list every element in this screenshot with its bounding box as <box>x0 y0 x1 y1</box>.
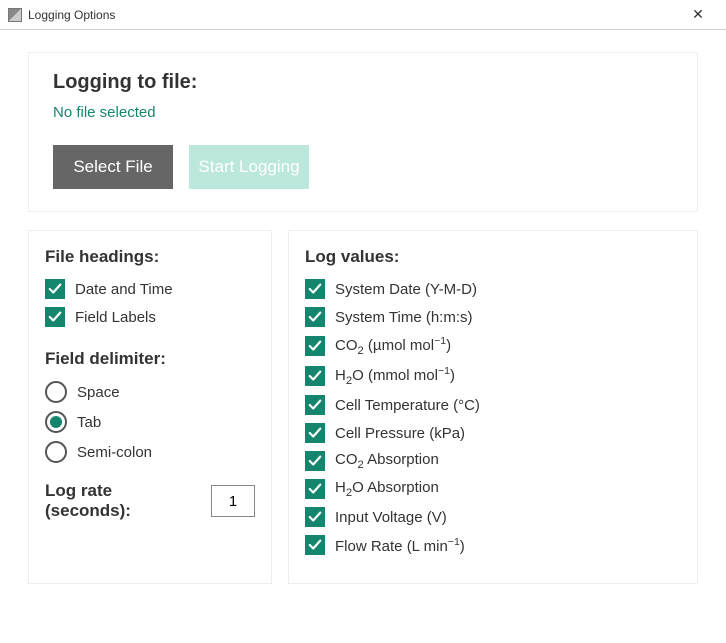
logvalue-row-h2o-mmol-mol-1: H2O (mmol mol−1) <box>305 365 681 387</box>
logvalue-row-cell-temperature-c: Cell Temperature (°C) <box>305 395 681 415</box>
left-panel: File headings: Date and Time Field Labels… <box>28 230 272 584</box>
titlebar: Logging Options ✕ <box>0 0 726 30</box>
heading-label-date-and-time: Date and Time <box>75 281 173 298</box>
logvalue-label-input-voltage-v: Input Voltage (V) <box>335 509 447 526</box>
check-icon <box>308 538 322 552</box>
logvalue-row-cell-pressure-kpa: Cell Pressure (kPa) <box>305 423 681 443</box>
log-rate-row: Log rate (seconds): <box>45 481 255 521</box>
delimiter-radio-tab[interactable] <box>45 411 67 433</box>
logvalue-row-co2-mol-mol-1: CO2 (µmol mol−1) <box>305 335 681 357</box>
heading-checkbox-date-and-time[interactable] <box>45 279 65 299</box>
check-icon <box>308 482 322 496</box>
logvalue-checkbox-system-time-h-m-s[interactable] <box>305 307 325 327</box>
logvalue-label-system-date-y-m-d: System Date (Y-M-D) <box>335 281 477 298</box>
check-icon <box>308 510 322 524</box>
field-delimiter-title: Field delimiter: <box>45 349 255 369</box>
logvalue-checkbox-system-date-y-m-d[interactable] <box>305 279 325 299</box>
check-icon <box>48 282 62 296</box>
logvalue-row-system-date-y-m-d: System Date (Y-M-D) <box>305 279 681 299</box>
select-file-button[interactable]: Select File <box>53 145 173 189</box>
logvalue-checkbox-h2o-mmol-mol-1[interactable] <box>305 366 325 386</box>
select-file-label: Select File <box>73 157 152 177</box>
check-icon <box>308 369 322 383</box>
logvalue-row-flow-rate-l-min-1: Flow Rate (L min−1) <box>305 535 681 555</box>
logvalue-row-co2-absorption: CO2 Absorption <box>305 451 681 471</box>
app-icon <box>8 8 22 22</box>
delimiter-radio-semi-colon[interactable] <box>45 441 67 463</box>
columns: File headings: Date and Time Field Labels… <box>28 230 698 584</box>
logvalue-row-input-voltage-v: Input Voltage (V) <box>305 507 681 527</box>
window-title: Logging Options <box>28 8 678 22</box>
log-values-title: Log values: <box>305 247 681 267</box>
right-panel: Log values: System Date (Y-M-D) System Ti… <box>288 230 698 584</box>
start-logging-label: Start Logging <box>198 157 299 177</box>
delimiter-label-semi-colon: Semi-colon <box>77 444 152 461</box>
log-rate-label: Log rate (seconds): <box>45 481 199 521</box>
logvalue-label-cell-temperature-c: Cell Temperature (°C) <box>335 397 480 414</box>
delimiter-row-tab: Tab <box>45 411 255 433</box>
logvalue-checkbox-h2o-absorption[interactable] <box>305 479 325 499</box>
logvalue-checkbox-flow-rate-l-min-1[interactable] <box>305 535 325 555</box>
heading-row-date-and-time: Date and Time <box>45 279 255 299</box>
heading-row-field-labels: Field Labels <box>45 307 255 327</box>
close-icon: ✕ <box>692 6 704 23</box>
check-icon <box>308 339 322 353</box>
logvalue-checkbox-cell-temperature-c[interactable] <box>305 395 325 415</box>
logvalue-label-h2o-mmol-mol-1: H2O (mmol mol−1) <box>335 365 455 387</box>
logvalue-row-system-time-h-m-s: System Time (h:m:s) <box>305 307 681 327</box>
file-button-row: Select File Start Logging <box>53 145 673 189</box>
file-headings-title: File headings: <box>45 247 255 267</box>
logvalue-label-co2-mol-mol-1: CO2 (µmol mol−1) <box>335 335 451 357</box>
delimiter-radio-space[interactable] <box>45 381 67 403</box>
start-logging-button[interactable]: Start Logging <box>189 145 309 189</box>
logvalue-checkbox-co2-absorption[interactable] <box>305 451 325 471</box>
log-rate-input[interactable] <box>211 485 255 517</box>
content-area: Logging to file: No file selected Select… <box>0 30 726 584</box>
logvalue-label-cell-pressure-kpa: Cell Pressure (kPa) <box>335 425 465 442</box>
check-icon <box>308 454 322 468</box>
delimiter-row-space: Space <box>45 381 255 403</box>
logvalue-label-system-time-h-m-s: System Time (h:m:s) <box>335 309 473 326</box>
file-panel-heading: Logging to file: <box>53 71 673 94</box>
check-icon <box>48 310 62 324</box>
logvalue-label-co2-absorption: CO2 Absorption <box>335 451 439 471</box>
logvalue-checkbox-cell-pressure-kpa[interactable] <box>305 423 325 443</box>
logvalue-label-flow-rate-l-min-1: Flow Rate (L min−1) <box>335 536 465 555</box>
logvalue-checkbox-co2-mol-mol-1[interactable] <box>305 336 325 356</box>
file-panel: Logging to file: No file selected Select… <box>28 52 698 212</box>
logvalue-row-h2o-absorption: H2O Absorption <box>305 479 681 499</box>
file-status-text: No file selected <box>53 104 673 121</box>
logvalue-label-h2o-absorption: H2O Absorption <box>335 479 439 499</box>
heading-label-field-labels: Field Labels <box>75 309 156 326</box>
check-icon <box>308 310 322 324</box>
logvalue-checkbox-input-voltage-v[interactable] <box>305 507 325 527</box>
delimiter-label-space: Space <box>77 384 120 401</box>
check-icon <box>308 282 322 296</box>
heading-checkbox-field-labels[interactable] <box>45 307 65 327</box>
delimiter-label-tab: Tab <box>77 414 101 431</box>
check-icon <box>308 398 322 412</box>
close-button[interactable]: ✕ <box>678 1 718 29</box>
delimiter-row-semi-colon: Semi-colon <box>45 441 255 463</box>
check-icon <box>308 426 322 440</box>
